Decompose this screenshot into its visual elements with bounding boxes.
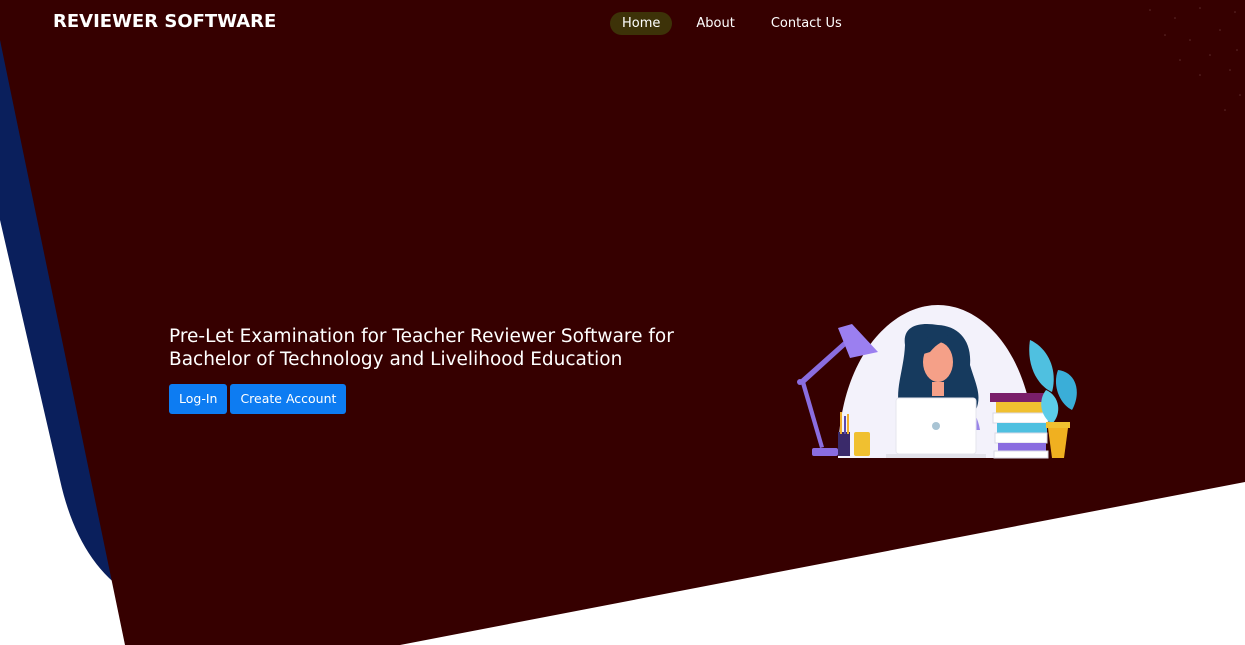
main-nav: Home About Contact Us: [610, 12, 866, 35]
book-stack: [990, 393, 1049, 459]
nav-about[interactable]: About: [684, 12, 746, 35]
woman-at-laptop-illustration: [797, 305, 1077, 459]
page: REVIEWER SOFTWARE Home About Contact Us …: [0, 0, 1245, 645]
nav-contact-us[interactable]: Contact Us: [759, 12, 854, 35]
brand-title[interactable]: REVIEWER SOFTWARE: [53, 11, 276, 32]
hero-heading-line2: Bachelor of Technology and Livelihood Ed…: [169, 349, 623, 370]
hero-buttons: Log-In Create Account: [169, 384, 349, 414]
login-button[interactable]: Log-In: [169, 384, 228, 414]
create-account-button[interactable]: Create Account: [230, 384, 347, 414]
hero-heading-line1: Pre-Let Examination for Teacher Reviewer…: [169, 326, 674, 347]
nav-home[interactable]: Home: [610, 12, 673, 35]
hero-heading: Pre-Let Examination for Teacher Reviewer…: [169, 325, 729, 371]
